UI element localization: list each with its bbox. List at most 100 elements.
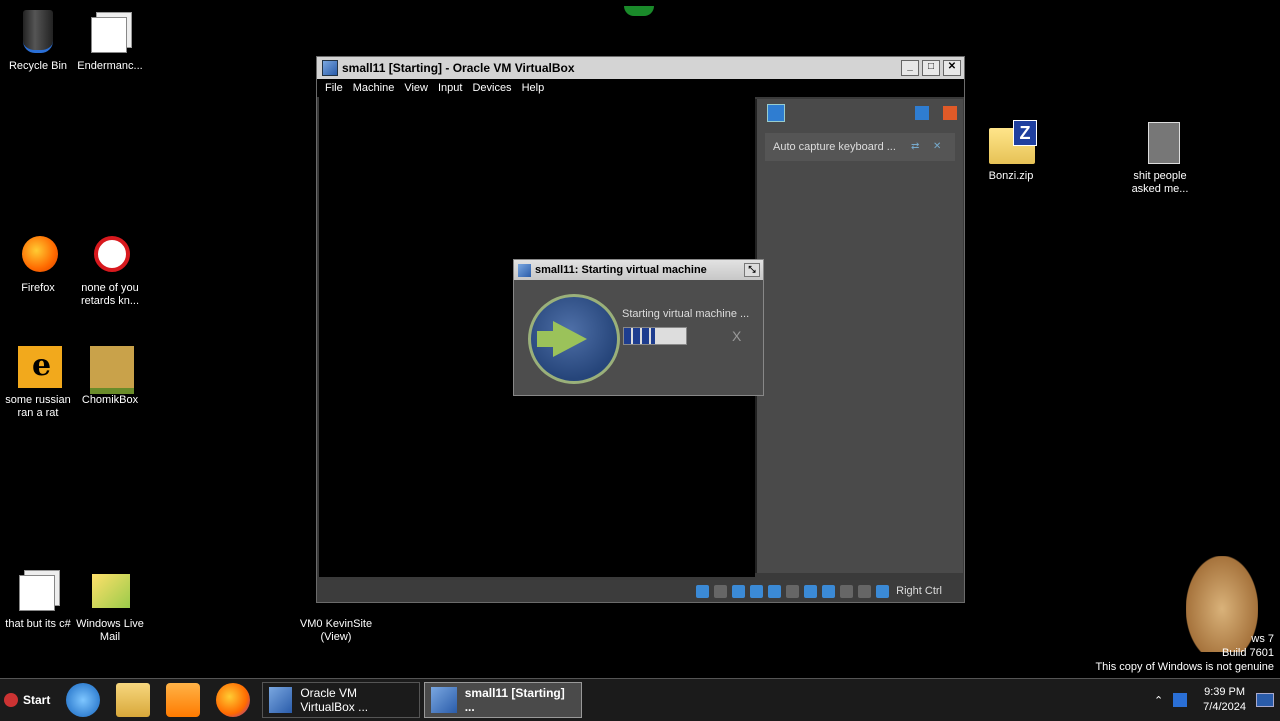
clock-time: 9:39 PM <box>1204 686 1246 698</box>
desktop-icon-label: some russian ran a rat <box>5 394 71 419</box>
mouse-integration-icon[interactable] <box>858 584 872 598</box>
mail-icon <box>86 568 134 614</box>
desktop-icon-label: ChomikBox <box>81 394 139 406</box>
start-label: Start <box>23 693 51 707</box>
dialog-titlebar[interactable]: small11: Starting virtual machine ⤡ <box>514 260 763 280</box>
menu-file[interactable]: File <box>325 82 343 94</box>
recording-icon[interactable] <box>822 584 836 598</box>
virtualbox-icon <box>518 263 531 277</box>
firefox-icon[interactable] <box>216 683 251 717</box>
desktop-icon-firefox[interactable]: Firefox <box>0 232 76 295</box>
start-orb-icon <box>4 693 18 707</box>
notification-toolbar <box>757 99 963 127</box>
file-icon <box>1136 120 1184 166</box>
help-icon[interactable]: ⇄ <box>911 142 921 152</box>
optical-drive-icon[interactable] <box>714 584 728 598</box>
desktop-icon-bonzi-zip[interactable]: Z Bonzi.zip <box>973 120 1049 183</box>
host-key-label: Right Ctrl <box>896 585 942 597</box>
vm-status-bar: Right Ctrl <box>317 580 964 602</box>
menu-machine[interactable]: Machine <box>353 82 395 94</box>
network-icon[interactable] <box>750 584 764 598</box>
internet-explorer-icon[interactable] <box>66 683 101 717</box>
window-title: small11 [Starting] - Oracle VM VirtualBo… <box>342 61 575 75</box>
dialog-title: small11: Starting virtual machine <box>535 264 707 276</box>
taskbar-item-label: Oracle VM VirtualBox ... <box>300 686 369 714</box>
desktop-icon-label: Firefox <box>21 282 55 294</box>
top-gadget <box>624 6 654 16</box>
starting-vm-dialog[interactable]: small11: Starting virtual machine ⤡ Star… <box>513 259 764 396</box>
show-hidden-icons-button[interactable]: ⌃ <box>1154 694 1163 707</box>
hard-disk-icon[interactable] <box>696 584 710 598</box>
desktop-icon-label: Endermanc... <box>77 60 143 72</box>
window-titlebar[interactable]: small11 [Starting] - Oracle VM VirtualBo… <box>317 57 964 79</box>
shared-folders-icon[interactable] <box>786 584 800 598</box>
file-explorer-icon[interactable] <box>116 683 151 717</box>
watermark-line-1: ws 7 <box>1251 633 1274 645</box>
menu-view[interactable]: View <box>404 82 428 94</box>
cancel-button[interactable]: X <box>732 328 741 344</box>
clear-all-icon[interactable] <box>943 106 957 120</box>
dialog-close-button[interactable]: ⤡ <box>744 263 760 277</box>
taskbar-item-virtualbox-manager[interactable]: Oracle VM VirtualBox ... <box>262 682 421 718</box>
desktop-icon-label: shit people asked me... <box>1131 170 1189 195</box>
document-icon <box>14 568 62 614</box>
usb-icon[interactable] <box>768 584 782 598</box>
virtualbox-icon <box>322 60 338 76</box>
clock[interactable]: 9:39 PM 7/4/2024 <box>1203 685 1246 715</box>
notification-panel: Auto capture keyboard ... ⇄ ✕ <box>755 99 963 573</box>
zip-archive-icon: Z <box>987 120 1037 166</box>
recycle-bin-icon <box>14 10 62 56</box>
watermark-line-3: This copy of Windows is not genuine <box>1095 661 1274 673</box>
chomikbox-icon <box>86 344 134 394</box>
notification-item[interactable]: Auto capture keyboard ... ⇄ ✕ <box>765 133 955 161</box>
keyboard-capture-icon[interactable] <box>876 584 890 598</box>
system-tray: ⌃ 9:39 PM 7/4/2024 <box>1154 679 1280 721</box>
red-logo-icon <box>86 232 134 278</box>
desktop-icon-none-of-you[interactable]: none of you retards kn... <box>72 232 148 308</box>
menu-devices[interactable]: Devices <box>472 82 511 94</box>
taskbar-item-label: small11 [Starting] ... <box>464 686 565 714</box>
desktop-icon-label: Recycle Bin <box>8 60 68 72</box>
desktop-icon-label: Windows Live Mail <box>76 618 144 643</box>
document-icon <box>86 10 134 56</box>
ie-shortcut-icon: e <box>14 344 62 390</box>
desktop-icon-that-but-its-csharp[interactable]: that but its c# <box>0 568 76 631</box>
notification-center-icon[interactable] <box>767 104 785 122</box>
display-icon[interactable] <box>804 584 818 598</box>
desktop-icon-chomikbox[interactable]: ChomikBox <box>72 344 148 407</box>
desktop-icon-shit-people-asked[interactable]: shit people asked me... <box>1122 120 1198 196</box>
taskbar-item-small11[interactable]: small11 [Starting] ... <box>424 682 583 718</box>
progress-bar <box>623 327 687 345</box>
windows-watermark: ws 7 Build 7601 This copy of Windows is … <box>1095 632 1274 674</box>
desktop-icon-some-russian[interactable]: e some russian ran a rat <box>0 344 76 420</box>
notification-text: Auto capture keyboard ... <box>773 141 896 153</box>
close-button[interactable]: ✕ <box>943 60 961 76</box>
network-tray-icon[interactable] <box>1173 693 1188 707</box>
desktop-icon-endermanc[interactable]: Endermanc... <box>72 10 148 73</box>
firefox-icon <box>14 232 62 278</box>
watermark-line-2: Build 7601 <box>1222 647 1274 659</box>
desktop-icon-label: that but its c# <box>5 618 71 630</box>
minimize-button[interactable]: _ <box>901 60 919 76</box>
media-player-icon[interactable] <box>166 683 201 717</box>
taskbar: Start Oracle VM VirtualBox ... small11 [… <box>0 678 1280 721</box>
action-center-icon[interactable] <box>1256 693 1274 707</box>
menu-input[interactable]: Input <box>438 82 462 94</box>
desktop-icon-label: VM0 KevinSite (View) <box>299 618 373 643</box>
progress-message: Starting virtual machine ... <box>622 308 750 320</box>
close-notification-icon[interactable]: ✕ <box>933 142 943 152</box>
cpu-icon[interactable] <box>840 584 854 598</box>
desktop-icon-vm0-kevinsite[interactable]: VM0 KevinSite (View) <box>298 618 374 644</box>
sort-icon[interactable] <box>915 106 929 120</box>
progress-bar-fill <box>624 328 655 344</box>
menu-help[interactable]: Help <box>522 82 545 94</box>
audio-icon[interactable] <box>732 584 746 598</box>
desktop-icon-label: Bonzi.zip <box>988 170 1034 182</box>
maximize-button[interactable]: □ <box>922 60 940 76</box>
virtualbox-icon <box>269 687 293 713</box>
desktop-icon-recycle-bin[interactable]: Recycle Bin <box>0 10 76 73</box>
desktop-icon-windows-live-mail[interactable]: Windows Live Mail <box>72 568 148 644</box>
clock-date: 7/4/2024 <box>1203 701 1246 713</box>
virtualbox-vm-icon <box>431 687 457 713</box>
start-button[interactable]: Start <box>0 685 58 715</box>
